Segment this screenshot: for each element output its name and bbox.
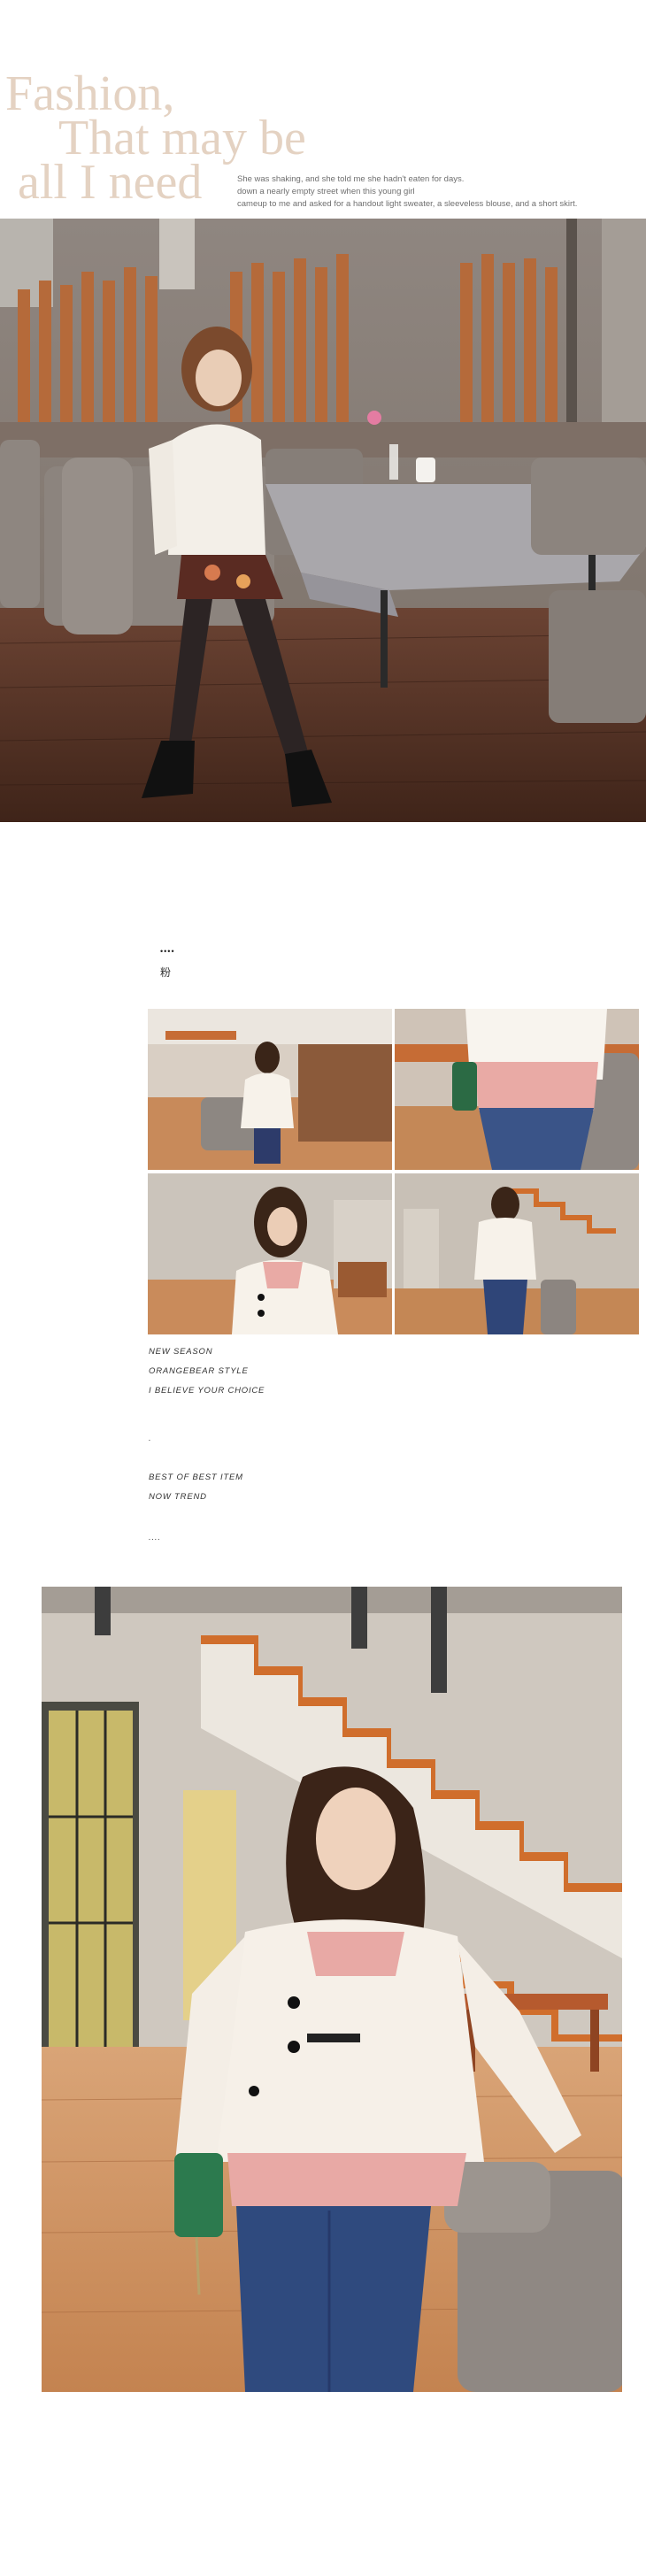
grid-photo-1 xyxy=(148,1009,392,1170)
grid-photo-4 xyxy=(395,1173,639,1334)
caption-now-trend: NOW TREND xyxy=(149,1492,207,1502)
grid-photo-2 xyxy=(395,1009,639,1170)
large-photo-cardigan xyxy=(42,1587,622,2392)
section-label: 粉 xyxy=(160,966,172,979)
header-description-line-3: cameup to me and asked for a handout lig… xyxy=(237,199,578,209)
header-description-line-1: She was shaking, and she told me she had… xyxy=(237,174,465,184)
caption-dot: . xyxy=(149,1434,152,1443)
header-description-line-2: down a nearly empty street when this you… xyxy=(237,187,415,196)
section-dots: •••• xyxy=(160,947,175,956)
caption-new-season: NEW SEASON xyxy=(149,1347,213,1357)
hero-photo-restaurant xyxy=(0,219,646,822)
caption-believe-choice: I BELIEVE YOUR CHOICE xyxy=(149,1386,265,1396)
header-title-line-3: all I need xyxy=(18,155,203,210)
caption-ellipsis: .... xyxy=(149,1533,161,1542)
grid-photo-3 xyxy=(148,1173,392,1334)
header-description: She was shaking, and she told me she had… xyxy=(237,173,577,211)
caption-best-item: BEST OF BEST ITEM xyxy=(149,1473,243,1482)
caption-orangebear-style: ORANGEBEAR STYLE xyxy=(149,1366,249,1376)
